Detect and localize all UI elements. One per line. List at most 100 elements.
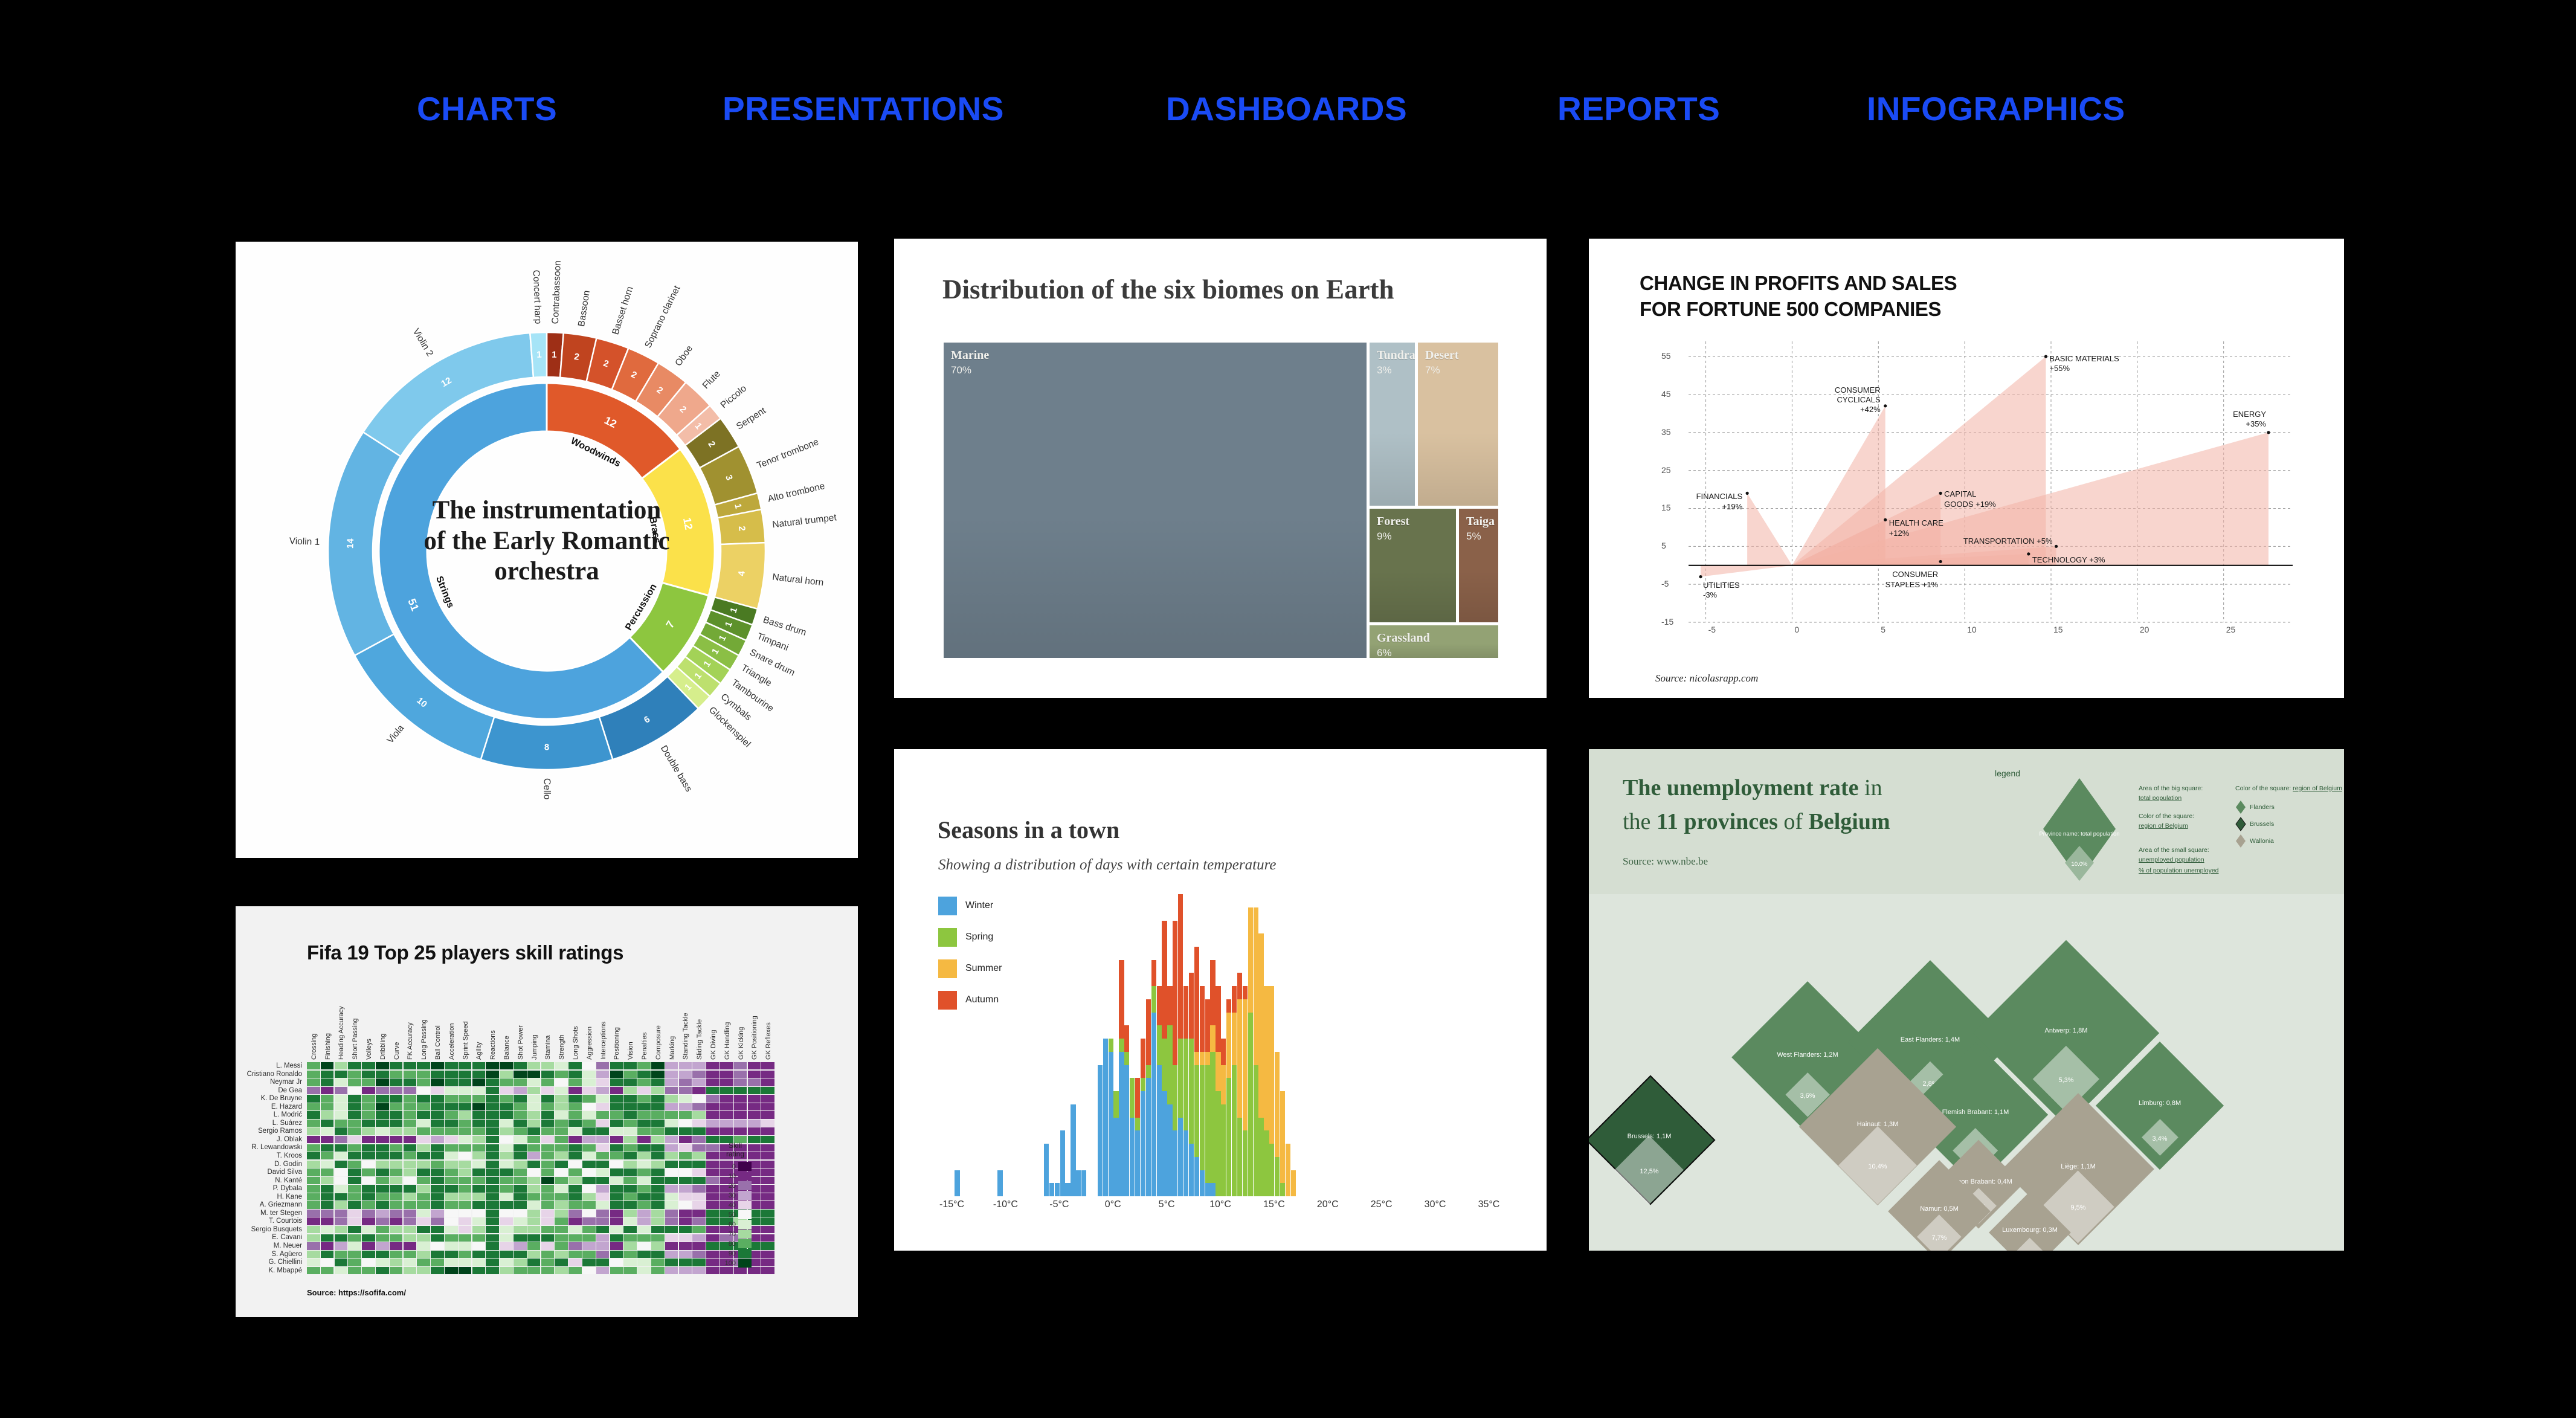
fifa-skill-header: Ball Control (434, 1025, 442, 1060)
fifa-cell (527, 1193, 541, 1201)
seasons-bar-segment-spring (1119, 1038, 1124, 1052)
fifa-cell (417, 1095, 431, 1103)
biome-tile-grassland: Grassland 6% (1370, 625, 1498, 658)
fifa-cell (458, 1217, 472, 1225)
fifa-cell (527, 1201, 541, 1209)
fifa-cell (747, 1062, 761, 1070)
seasons-title: Seasons in a town (938, 816, 1120, 843)
fifa-cell (761, 1062, 775, 1070)
fifa-cell (472, 1226, 486, 1234)
fifa-cell (761, 1176, 775, 1185)
fifa-cell (500, 1234, 513, 1242)
nav-item-presentations[interactable]: PRESENTATIONS (723, 89, 1004, 128)
fifa-cell (706, 1152, 720, 1160)
fifa-cell (472, 1193, 486, 1201)
fifa-cell (445, 1234, 458, 1242)
biome-value: 3% (1377, 364, 1392, 376)
fifa-cell (389, 1062, 403, 1070)
fifa-skill-header: Sprint Speed (462, 1021, 469, 1060)
fifa-cell (733, 1062, 747, 1070)
fifa-cell (472, 1234, 486, 1242)
fifa-cell (348, 1086, 362, 1095)
fifa-cell (445, 1250, 458, 1258)
seasons-bar-segment-autumn (1135, 1077, 1141, 1118)
fifa-cell (623, 1250, 637, 1258)
biome-tile-taiga: Taiga 5% (1459, 509, 1498, 622)
fifa-cell (389, 1168, 403, 1176)
fifa-cell (527, 1103, 541, 1111)
fifa-cell (362, 1119, 375, 1127)
fifa-cell (568, 1266, 582, 1275)
fifa-cell (678, 1226, 692, 1234)
seasons-bar (1156, 985, 1162, 1196)
seasons-bar-segment-summer (1269, 985, 1275, 1144)
fifa-cell (445, 1119, 458, 1127)
fifa-cell (555, 1217, 568, 1225)
fifa-cell (555, 1135, 568, 1144)
nav-item-dashboards[interactable]: DASHBOARDS (1166, 89, 1407, 128)
fifa-cell (362, 1062, 375, 1070)
seasons-bar-segment-autumn (1237, 972, 1243, 999)
biome-scenery (1418, 432, 1498, 506)
fifa-cell (568, 1168, 582, 1176)
fifa-cell (665, 1168, 678, 1176)
biome-scenery (1370, 571, 1456, 622)
fifa-cell (692, 1217, 706, 1225)
seasons-bar-segment-spring (1269, 1143, 1275, 1196)
fifa-cell (665, 1095, 678, 1103)
fifa-cell (541, 1185, 555, 1193)
seasons-bar-segment-spring (1216, 1091, 1221, 1196)
fifa-cell (472, 1062, 486, 1070)
fifa-cell (706, 1078, 720, 1086)
seasons-bar-segment-winter (1049, 1182, 1055, 1196)
fifa-legend-swatch (738, 1191, 752, 1200)
fifa-cell (527, 1168, 541, 1176)
nav-item-charts[interactable]: CHARTS (417, 89, 557, 128)
fifa-cell (555, 1201, 568, 1209)
fifa-cell (610, 1209, 623, 1217)
fifa-cell (431, 1176, 444, 1185)
fifa-cell (761, 1078, 775, 1086)
fifa-cell (348, 1152, 362, 1160)
fifa-cell (761, 1152, 775, 1160)
fifa-cell (348, 1209, 362, 1217)
fifa-cell (472, 1119, 486, 1127)
fifa-cell (720, 1095, 733, 1103)
fifa-player-label: Neymar Jr (269, 1078, 302, 1086)
nav-item-infographics[interactable]: INFOGRAPHICS (1867, 89, 2125, 128)
fifa-cell (678, 1111, 692, 1119)
fifa-cell (389, 1160, 403, 1168)
fifa-cell (389, 1234, 403, 1242)
fifa-cell (541, 1201, 555, 1209)
f500-x-tick: -5 (1708, 625, 1716, 634)
fifa-cell (527, 1078, 541, 1086)
fifa-player-label: K. De Bruyne (260, 1095, 302, 1103)
fifa-cell (320, 1242, 334, 1250)
fifa-cell (761, 1266, 775, 1275)
fifa-cell (500, 1078, 513, 1086)
fifa-cell (541, 1168, 555, 1176)
fifa-cell (582, 1160, 596, 1168)
fifa-player-label: R. Lewandowski (251, 1144, 302, 1152)
fifa-cell (486, 1135, 500, 1144)
fifa-cell (706, 1201, 720, 1209)
fifa-cell (637, 1103, 651, 1111)
fifa-cell (389, 1119, 403, 1127)
fifa-cell (582, 1250, 596, 1258)
province-label: Namur: 0,5M (1920, 1205, 1959, 1213)
fifa-cell (417, 1127, 431, 1135)
nav-item-reports[interactable]: REPORTS (1557, 89, 1720, 128)
fifa-cell (706, 1111, 720, 1119)
fifa-cell (582, 1103, 596, 1111)
fifa-cell (472, 1176, 486, 1185)
seasons-bar-segment-winter (1071, 1103, 1076, 1196)
fifa-cell (706, 1062, 720, 1070)
fifa-cell (568, 1086, 582, 1095)
fifa-cell (555, 1103, 568, 1111)
seasons-bar (1290, 1169, 1296, 1196)
fifa-cell (417, 1217, 431, 1225)
fifa-cell (568, 1242, 582, 1250)
fifa-cell (596, 1250, 610, 1258)
fifa-cell (761, 1193, 775, 1201)
fifa-cell (307, 1258, 320, 1266)
